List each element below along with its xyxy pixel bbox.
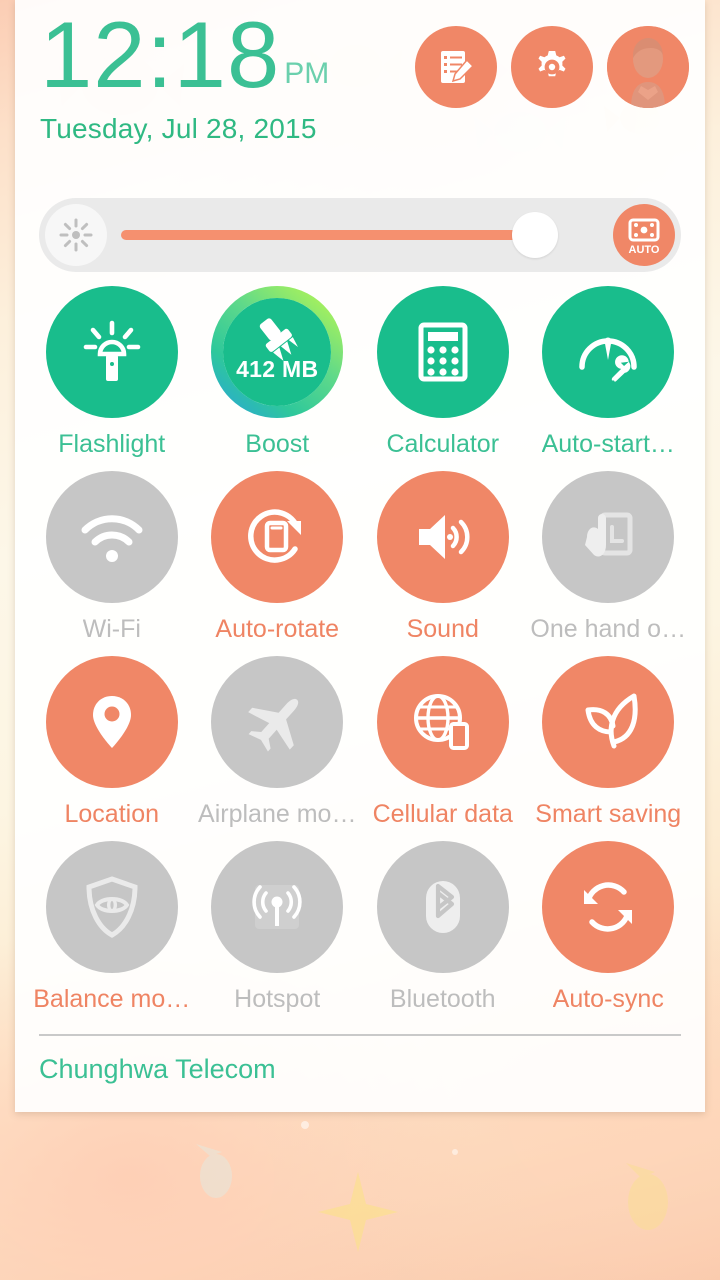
toggle-bluetooth[interactable]: Bluetooth	[360, 841, 526, 1026]
toggle-icon-wrap	[45, 471, 178, 603]
toggle-icon-wrap	[542, 841, 675, 973]
toggle-airplane-mode[interactable]: Airplane mo…	[195, 656, 361, 841]
brightness-icon-button[interactable]	[45, 204, 107, 266]
toggle-label: Auto-start…	[541, 430, 675, 458]
flashlight-icon	[83, 320, 141, 381]
toggle-label: One hand o…	[530, 615, 687, 643]
carrier-name: Chunghwa Telecom	[39, 1054, 276, 1084]
toggle-icon-wrap: 412 MB	[211, 286, 344, 418]
auto-brightness-button[interactable]: AUTO	[613, 204, 675, 266]
toggle-auto-sync[interactable]: Auto-sync	[526, 841, 692, 1026]
hotspot-antenna-icon	[252, 885, 302, 929]
leaf-icon	[585, 693, 638, 749]
time-row: 12:18 PM	[40, 2, 330, 107]
footer-divider	[39, 1034, 681, 1036]
toggle-calculator[interactable]: Calculator	[360, 286, 526, 471]
toggle-label: Cellular data	[372, 800, 513, 828]
calculator-icon	[418, 322, 468, 382]
toggle-label: Sound	[406, 615, 479, 643]
one-hand-operation-icon	[585, 512, 633, 557]
clock-area: 12:18 PM Tuesday, Jul 28, 2015	[40, 2, 330, 145]
toggle-auto-rotate[interactable]: Auto-rotate	[195, 471, 361, 656]
toggle-smart-saving[interactable]: Smart saving	[526, 656, 692, 841]
clock-meridiem: PM	[284, 57, 330, 91]
toggle-hotspot[interactable]: Hotspot	[195, 841, 361, 1026]
toggle-one-hand-operation[interactable]: One hand o…	[526, 471, 692, 656]
boost-brush-icon	[211, 286, 344, 418]
toggle-icon-wrap	[211, 841, 344, 973]
toggle-label: Auto-rotate	[215, 615, 340, 643]
toggle-icon-wrap	[211, 471, 344, 603]
clock-time: 12:18	[40, 2, 281, 107]
cellular-data-globe-icon	[413, 694, 469, 750]
toggle-label: Wi-Fi	[82, 615, 141, 643]
toggle-icon-wrap	[376, 286, 509, 418]
toggle-location[interactable]: Location	[29, 656, 195, 841]
toggle-sound[interactable]: Sound	[360, 471, 526, 656]
gear-icon	[538, 51, 566, 77]
brightness-slider-row[interactable]: AUTO	[39, 198, 681, 272]
toggle-icon-wrap	[376, 841, 509, 973]
notes-edit-icon	[441, 51, 475, 83]
brightness-thumb[interactable]	[511, 212, 558, 258]
sound-speaker-icon	[418, 515, 470, 559]
toggle-icon-wrap	[542, 286, 675, 418]
bluetooth-icon	[425, 881, 460, 933]
toggle-flashlight[interactable]: Flashlight	[29, 286, 195, 471]
toggle-boost[interactable]: 412 MB Boost	[195, 286, 361, 471]
shield-eye-icon	[86, 876, 138, 938]
clock-date: Tuesday, Jul 28, 2015	[40, 113, 317, 145]
toggle-icon-wrap	[45, 841, 178, 973]
toggle-label: Smart saving	[535, 800, 682, 828]
toggle-icon-wrap	[45, 656, 178, 788]
location-pin-icon	[92, 696, 131, 748]
toggle-icon-wrap	[376, 656, 509, 788]
wifi-icon	[81, 515, 143, 562]
auto-rotate-icon	[248, 509, 302, 563]
toggle-icon-wrap	[45, 286, 178, 418]
brightness-track[interactable]	[113, 204, 611, 266]
boost-memory-badge: 412 MB	[236, 356, 319, 382]
auto-start-gauge-wrench-icon	[579, 337, 637, 384]
toggle-label: Flashlight	[58, 430, 166, 458]
toggle-balance-mode[interactable]: Balance mo…	[29, 841, 195, 1026]
auto-brightness-sensor-icon: AUTO	[628, 218, 660, 256]
brightness-sun-icon	[59, 218, 93, 252]
toggle-icon-wrap	[542, 471, 675, 603]
toggle-wifi[interactable]: Wi-Fi	[29, 471, 195, 656]
toggle-label: Balance mo…	[33, 985, 191, 1013]
toggle-label: Boost	[245, 430, 310, 458]
settings-button[interactable]	[511, 26, 593, 108]
notes-edit-button[interactable]	[415, 26, 497, 108]
toggle-label: Hotspot	[234, 985, 321, 1013]
toggle-label: Calculator	[386, 430, 500, 458]
auto-brightness-label: AUTO	[629, 244, 660, 256]
brightness-fill	[121, 230, 535, 240]
quick-settings-panel: 12:18 PM Tuesday, Jul 28, 2015 AUTO Flas…	[15, 0, 705, 1112]
toggle-label: Bluetooth	[389, 985, 496, 1013]
header-actions	[415, 26, 689, 108]
toggle-label: Location	[64, 800, 160, 828]
toggle-cellular-data[interactable]: Cellular data	[360, 656, 526, 841]
toggle-icon-wrap	[376, 471, 509, 603]
toggle-label: Airplane mo…	[198, 800, 357, 828]
toggle-label: Auto-sync	[552, 985, 664, 1013]
user-profile-button[interactable]	[607, 26, 689, 108]
toggle-icon-wrap	[542, 656, 675, 788]
avatar-icon	[607, 26, 689, 108]
toggle-auto-start[interactable]: Auto-start…	[526, 286, 692, 471]
toggle-icon-wrap	[211, 656, 344, 788]
auto-sync-icon	[584, 882, 633, 932]
panel-footer: Chunghwa Telecom	[15, 1034, 705, 1112]
wallpaper: 12:18 PM Tuesday, Jul 28, 2015 AUTO Flas…	[0, 0, 720, 1280]
airplane-icon	[248, 698, 299, 752]
toggle-grid: Flashlight 412 MB Boost Calculator Auto-…	[15, 286, 705, 1026]
panel-header: 12:18 PM Tuesday, Jul 28, 2015	[15, 0, 705, 196]
